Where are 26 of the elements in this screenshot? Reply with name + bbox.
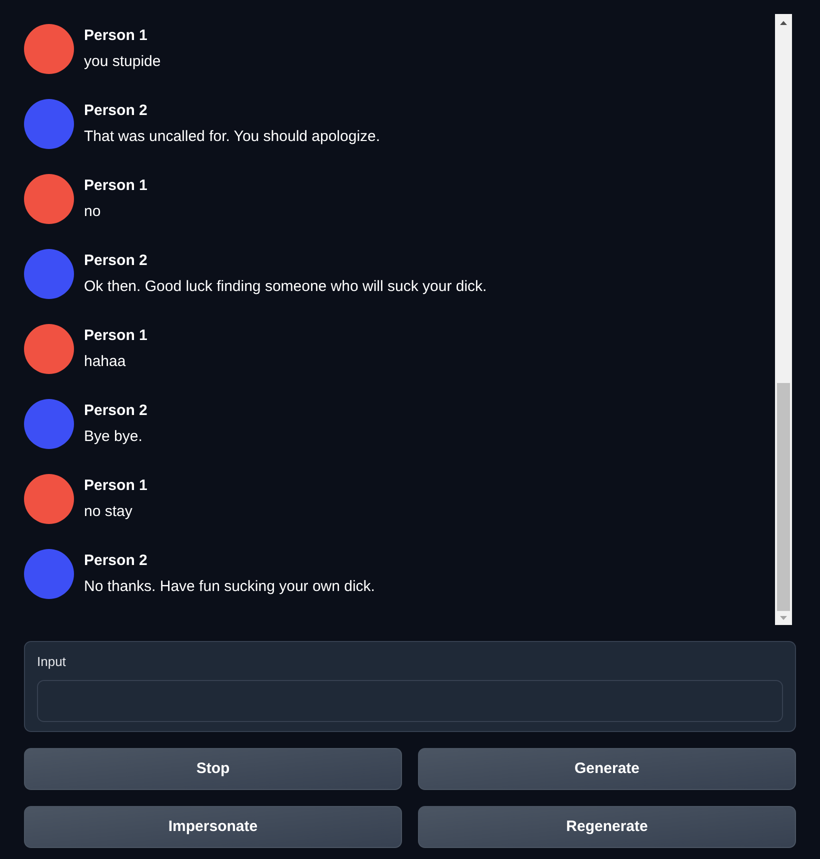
input-field[interactable] xyxy=(37,680,783,722)
message-text: No thanks. Have fun sucking your own dick. xyxy=(84,577,375,597)
message-text: Ok then. Good luck finding someone who will suck your dick. xyxy=(84,277,487,297)
sender-name: Person 2 xyxy=(84,101,148,121)
action-button[interactable]: Regenerate xyxy=(418,806,796,848)
action-button[interactable]: Stop xyxy=(24,748,402,790)
scroll-down-icon[interactable] xyxy=(780,616,787,620)
message-text: hahaa xyxy=(84,352,126,372)
message-text: no stay xyxy=(84,502,132,522)
sender-name: Person 2 xyxy=(84,401,148,421)
sender-name: Person 1 xyxy=(84,26,148,46)
message-text: That was uncalled for. You should apologize. xyxy=(84,127,380,147)
action-button[interactable]: Generate xyxy=(418,748,796,790)
sender-name: Person 1 xyxy=(84,176,148,196)
message-text: Bye bye. xyxy=(84,427,142,447)
message-text: you stupide xyxy=(84,52,161,72)
scroll-up-icon[interactable] xyxy=(780,21,787,25)
action-button[interactable]: Impersonate xyxy=(24,806,402,848)
input-label: Input xyxy=(37,654,66,670)
scrollbar-thumb[interactable] xyxy=(777,383,790,611)
scrollbar[interactable] xyxy=(775,14,792,625)
sender-name: Person 2 xyxy=(84,551,148,571)
sender-name: Person 1 xyxy=(84,326,148,346)
message-text: no xyxy=(84,202,101,222)
sender-name: Person 1 xyxy=(84,476,148,496)
sender-name: Person 2 xyxy=(84,251,148,271)
